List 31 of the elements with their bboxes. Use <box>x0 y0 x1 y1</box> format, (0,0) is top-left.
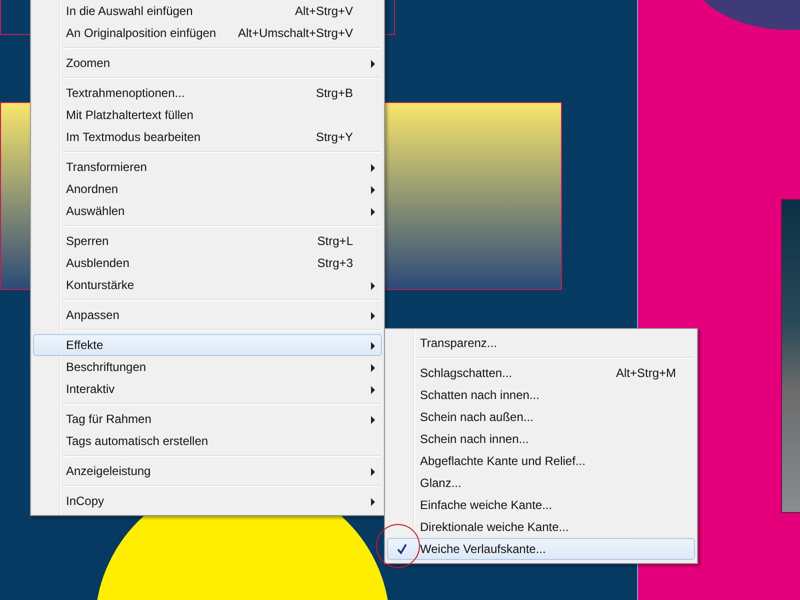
menu-item[interactable]: Interaktiv <box>33 378 382 400</box>
menu-item[interactable]: Auswählen <box>33 200 382 222</box>
menu-item[interactable]: Ausblenden Strg+3 <box>33 252 382 274</box>
menu-item[interactable]: Einfache weiche Kante... <box>387 494 695 516</box>
menu-item[interactable]: Anpassen <box>33 304 382 326</box>
menu-item[interactable]: Anzeigeleistung <box>33 460 382 482</box>
menu-item[interactable]: Tag für Rahmen <box>33 408 382 430</box>
menu-item[interactable]: Anordnen <box>33 178 382 200</box>
menu-item[interactable]: Schein nach außen... <box>387 406 695 428</box>
menu-item[interactable]: InCopy <box>33 490 382 512</box>
menu-item[interactable]: Abgeflachte Kante und Relief... <box>387 450 695 472</box>
menu-item[interactable]: Konturstärke <box>33 274 382 296</box>
menu-item[interactable]: Effekte <box>33 334 382 356</box>
menu-item[interactable]: Beschriftungen <box>33 356 382 378</box>
menu-item[interactable]: Sperren Strg+L <box>33 230 382 252</box>
menu-item[interactable]: Glanz... <box>387 472 695 494</box>
menu-item[interactable]: Mit Platzhaltertext füllen <box>33 104 382 126</box>
menu-item[interactable]: Transformieren <box>33 156 382 178</box>
menu-item[interactable]: Direktionale weiche Kante... <box>387 516 695 538</box>
menu-item[interactable]: Schatten nach innen... <box>387 384 695 406</box>
menu-item[interactable]: An Originalposition einfügen Alt+Umschalt+Strg+V <box>33 22 382 44</box>
menu-item[interactable]: In die Auswahl einfügen Alt+Strg+V <box>33 0 382 22</box>
menu-item[interactable]: Zoomen <box>33 52 382 74</box>
menu-item[interactable]: Schein nach innen... <box>387 428 695 450</box>
annotation-circle <box>376 524 420 568</box>
menu-item[interactable]: Schlagschatten... Alt+Strg+M <box>387 362 695 384</box>
menu-item[interactable]: Tags automatisch erstellen <box>33 430 382 452</box>
menu-item[interactable]: Im Textmodus bearbeiten Strg+Y <box>33 126 382 148</box>
menu-item[interactable]: Transparenz... <box>387 332 695 354</box>
menu-item[interactable]: Weiche Verlaufskante... <box>387 538 695 560</box>
menu-item[interactable]: Textrahmenoptionen... Strg+B <box>33 82 382 104</box>
